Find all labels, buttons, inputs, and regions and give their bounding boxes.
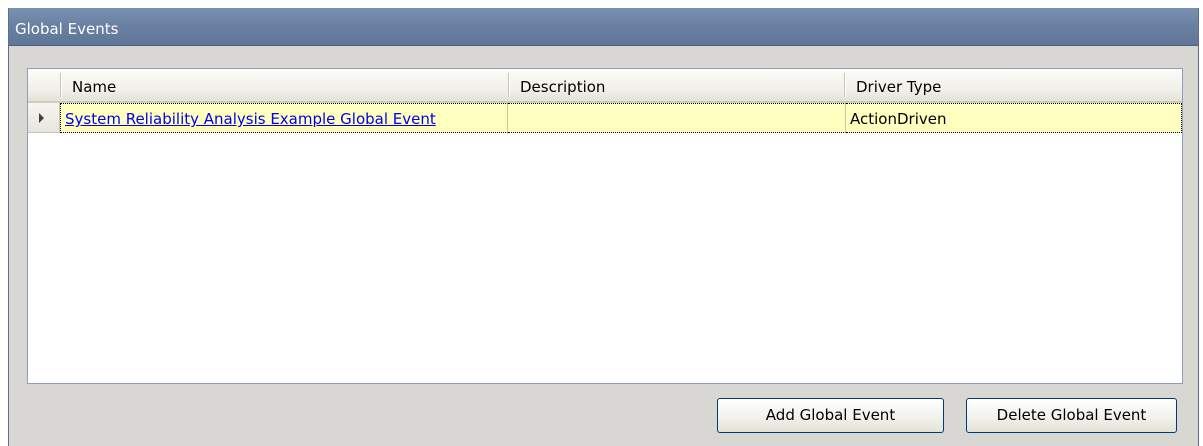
grid-header: Name Description Driver Type [28,69,1182,103]
cell-driver-type-text: ActionDriven [850,110,947,128]
cell-description[interactable] [508,103,846,133]
global-event-link[interactable]: System Reliability Analysis Example Glob… [65,110,436,128]
column-header-name[interactable]: Name [62,69,508,101]
add-global-event-button[interactable]: Add Global Event [717,398,944,433]
cell-name[interactable]: System Reliability Analysis Example Glob… [60,103,508,133]
current-row-arrow-icon [39,113,44,123]
header-row-selector [28,69,60,101]
table-row[interactable]: System Reliability Analysis Example Glob… [28,103,1182,133]
delete-global-event-button[interactable]: Delete Global Event [966,398,1177,433]
global-events-grid: Name Description Driver Type System Reli… [27,68,1183,384]
row-selector[interactable] [28,103,60,133]
column-header-label: Name [72,78,117,96]
column-header-description[interactable]: Description [510,69,844,101]
global-events-panel: Global Events Name Description Driver Ty… [8,8,1199,446]
column-header-label: Description [520,78,606,96]
column-header-label: Driver Type [856,78,942,96]
column-header-driver-type[interactable]: Driver Type [846,69,1182,101]
panel-title: Global Events [15,20,119,38]
cell-driver-type[interactable]: ActionDriven [846,103,1182,133]
panel-title-bar: Global Events [9,8,1198,46]
